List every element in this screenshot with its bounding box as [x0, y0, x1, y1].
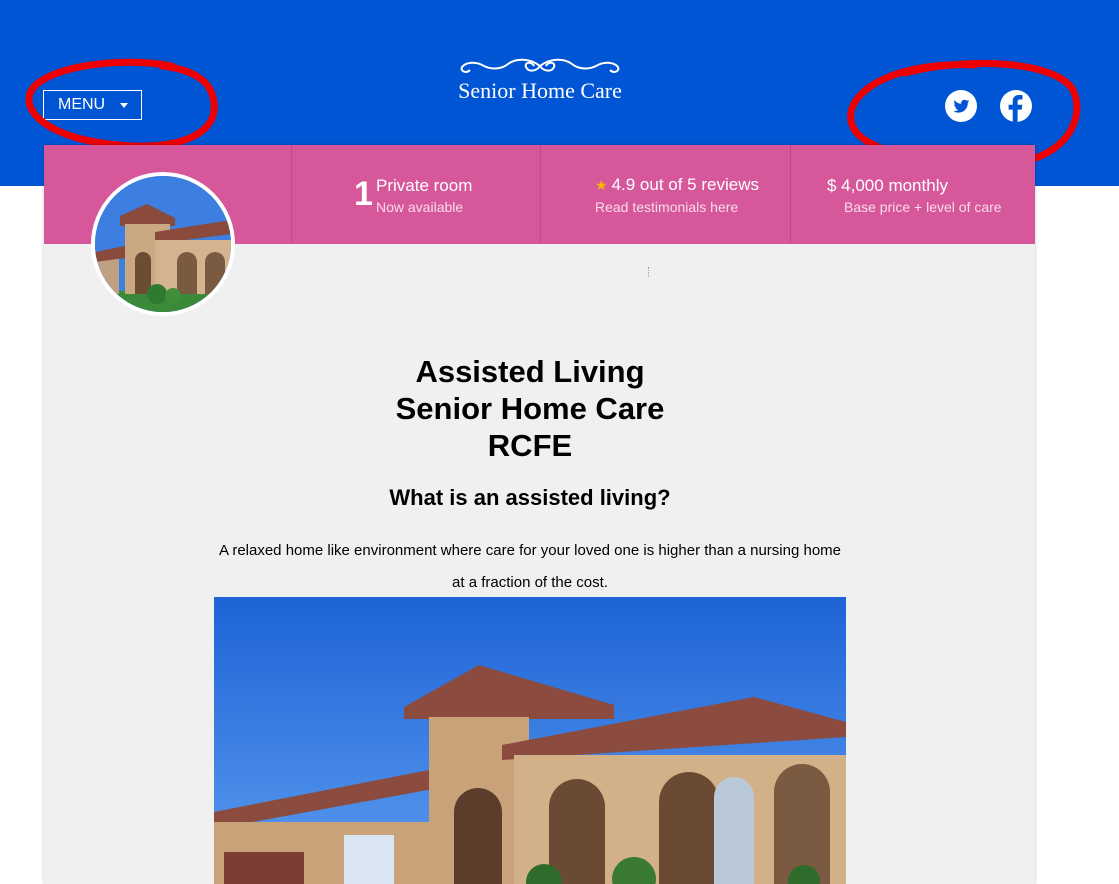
caret-down-icon — [120, 102, 129, 108]
price-subtitle: Base price + level of care — [844, 199, 1002, 215]
menu-button[interactable]: MENU — [43, 90, 142, 120]
headline-line: Senior Home Care — [395, 391, 665, 426]
scroll-marker — [648, 267, 651, 277]
room-count: 1 — [354, 175, 373, 213]
room-subtitle: Now available — [376, 199, 464, 215]
avatar — [91, 172, 235, 316]
reviews-title-text: 4.9 out of 5 reviews — [611, 175, 759, 194]
headline-line: Assisted Living — [415, 354, 645, 389]
star-icon: ★ — [595, 177, 608, 193]
house-image — [214, 597, 846, 884]
description-text: A relaxed home like environment where ca… — [218, 542, 842, 591]
ornament-icon — [460, 58, 620, 73]
room-title: Private room — [376, 176, 473, 195]
price-title: $ 4,000 monthly — [827, 176, 948, 195]
site-logo[interactable]: Senior Home Care — [430, 56, 650, 116]
twitter-icon[interactable] — [945, 90, 977, 122]
house-avatar-image — [95, 176, 231, 312]
content-card: 1 Private room Now available ★ 4.9 out of… — [44, 145, 1035, 884]
reviews-subtitle: Read testimonials here — [595, 199, 739, 215]
reviews-title: ★ 4.9 out of 5 reviews — [595, 175, 759, 195]
stat-price[interactable]: $ 4,000 monthly Base price + level of ca… — [790, 145, 1035, 244]
page-title: Assisted Living Senior Home Care RCFE — [44, 353, 1016, 464]
logo-text: Senior Home Care — [458, 78, 622, 103]
stat-reviews[interactable]: ★ 4.9 out of 5 reviews Read testimonials … — [540, 145, 790, 244]
house-photo — [214, 597, 846, 884]
stat-private-room[interactable]: 1 Private room Now available — [291, 145, 540, 244]
menu-label: MENU — [58, 96, 106, 113]
headline-line: RCFE — [487, 428, 573, 463]
section-heading: What is an assisted living? — [389, 485, 671, 510]
facebook-icon[interactable] — [1000, 90, 1032, 122]
